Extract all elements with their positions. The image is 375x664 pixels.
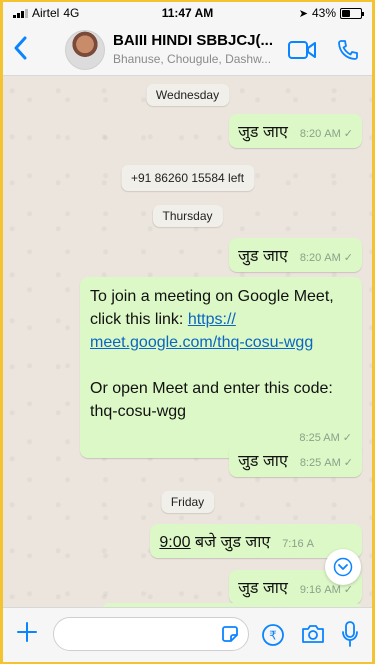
meet-link[interactable]: meet.google.com/thq-cosu-wgg xyxy=(90,331,352,354)
message-time: 8:25 AM xyxy=(299,457,341,469)
chat-header: BAIII HINDI SBBJCJ(... Bhanuse, Chougule… xyxy=(3,24,372,76)
date-separator: Friday xyxy=(160,491,215,513)
message-line: click this link: xyxy=(90,311,184,328)
message-text: बजे जुड जाए xyxy=(190,534,271,551)
battery-icon xyxy=(340,7,364,19)
chat-title[interactable]: BAIII HINDI SBBJCJ(... xyxy=(113,32,293,49)
video-call-icon[interactable] xyxy=(288,40,316,65)
camera-icon[interactable] xyxy=(300,623,326,650)
scroll-down-icon[interactable] xyxy=(325,549,361,585)
sent-check-icon: ✓ xyxy=(343,252,353,264)
message-time-link[interactable]: 9:00 xyxy=(159,534,190,551)
message-line: Or open Meet and enter this code: xyxy=(90,380,333,397)
back-chevron-icon[interactable] xyxy=(13,36,33,62)
message-time: 8:20 AM xyxy=(299,128,341,140)
message-line: To join a meeting on Google Meet, xyxy=(90,288,334,305)
sticker-icon[interactable] xyxy=(220,624,240,649)
message-bubble[interactable]: जुड जाए 8:25 AM ✓ xyxy=(229,443,362,477)
system-notice: +91 86260 15584 left xyxy=(120,165,255,191)
meet-link[interactable]: https:// xyxy=(188,311,236,328)
plus-icon[interactable] xyxy=(15,620,39,649)
date-separator: Wednesday xyxy=(145,84,230,106)
phone-icon[interactable] xyxy=(336,38,360,67)
message-text: जुड जाए xyxy=(238,248,288,265)
sent-check-icon: ✓ xyxy=(343,457,353,469)
message-bubble[interactable]: To join a meeting on Google Meet, click … xyxy=(80,277,362,458)
message-bubble[interactable]: जुड जाए 8:20 AM ✓ xyxy=(229,114,362,148)
message-time: 9:16 AM xyxy=(299,584,341,596)
composer-bar: ₹ xyxy=(3,607,372,662)
mic-icon[interactable] xyxy=(341,620,359,653)
date-separator: Thursday xyxy=(152,205,223,227)
svg-text:₹: ₹ xyxy=(269,629,277,643)
sent-check-icon: ✓ xyxy=(343,128,353,140)
battery-percent: 43% xyxy=(311,6,336,20)
message-text: जुड जाए xyxy=(238,580,288,597)
location-arrow-icon: ➤ xyxy=(298,7,308,20)
message-time: 8:20 AM xyxy=(299,252,341,264)
message-bubble[interactable]: जुड जाए 8:20 AM ✓ xyxy=(229,238,362,272)
message-input[interactable] xyxy=(53,617,249,651)
rupee-icon[interactable]: ₹ xyxy=(261,623,285,652)
message-text: जुड जाए xyxy=(238,453,288,470)
message-time: 7:16 A xyxy=(282,538,314,550)
sent-check-icon: ✓ xyxy=(343,584,353,596)
group-avatar[interactable] xyxy=(65,30,105,70)
message-text: जुड जाए xyxy=(238,124,288,141)
app-frame: Airtel 4G 11:47 AM ➤ 43% BAIII HINDI SBB… xyxy=(3,2,372,662)
meeting-code: thq-cosu-wgg xyxy=(90,403,187,420)
message-list[interactable]: Wednesday जुड जाए 8:20 AM ✓ +91 86260 1558… xyxy=(3,77,372,617)
chat-participants[interactable]: Bhanuse, Chougule, Dashw... xyxy=(113,52,293,66)
status-bar: Airtel 4G 11:47 AM ➤ 43% xyxy=(3,2,372,24)
